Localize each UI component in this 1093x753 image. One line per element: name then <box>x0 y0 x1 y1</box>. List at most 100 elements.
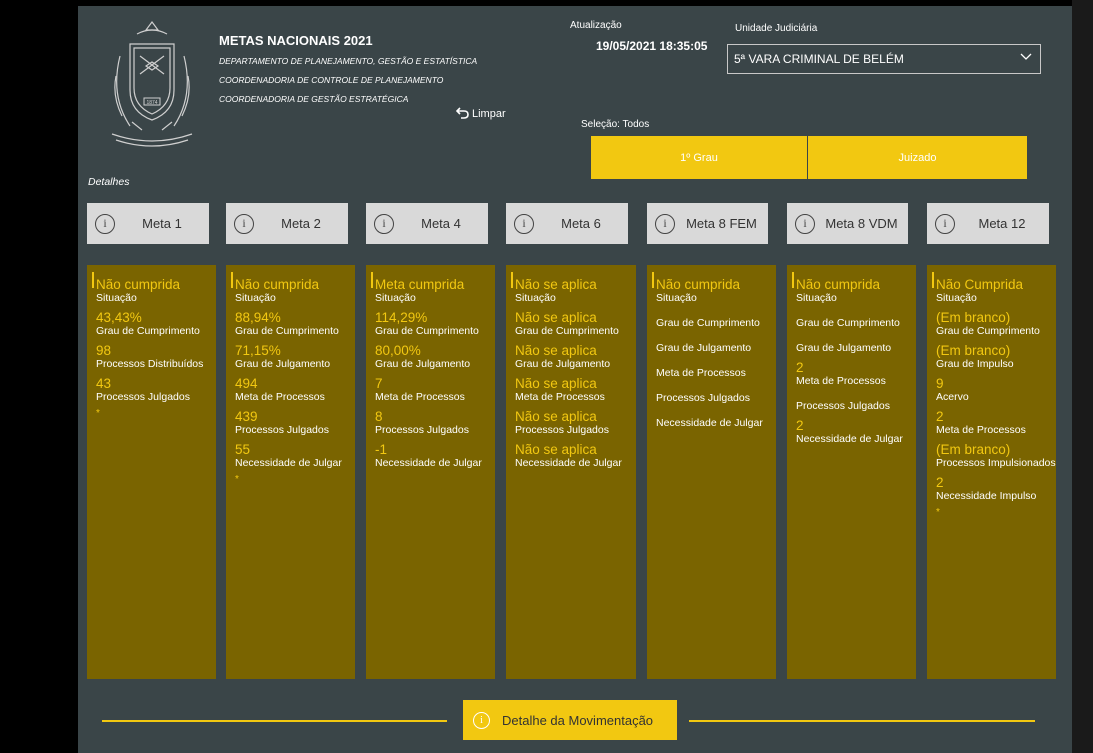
meta-field-label: Situação <box>96 292 137 304</box>
meta-field-label: Necessidade de Julgar <box>235 457 342 469</box>
meta-value: 7 <box>375 376 383 391</box>
grau-button-juizado[interactable]: Juizado <box>808 136 1027 179</box>
window-edge <box>1072 0 1093 753</box>
subtitle-department: DEPARTAMENTO DE PLANEJAMENTO, GESTÃO E E… <box>219 56 478 66</box>
meta-button-label: Meta 1 <box>142 216 182 231</box>
meta-value: 2 <box>936 409 944 424</box>
meta-8-fem-button[interactable]: i Meta 8 FEM <box>647 203 768 244</box>
meta-field-label: Grau de Cumprimento <box>936 325 1040 337</box>
footnote-marker: * <box>235 474 239 485</box>
meta-field-label: Meta de Processos <box>936 424 1026 436</box>
meta-6-button[interactable]: i Meta 6 <box>506 203 628 244</box>
meta-2-card: Não cumprida Situação 88,94% Grau de Cum… <box>226 265 355 679</box>
meta-field-label: Processos Impulsionados <box>936 457 1056 469</box>
report-title: METAS NACIONAIS 2021 <box>219 33 373 48</box>
meta-8-vdm-button[interactable]: i Meta 8 VDM <box>787 203 908 244</box>
meta-value: -1 <box>375 442 388 457</box>
subtitle-coordination-control: COORDENADORIA DE CONTROLE DE PLANEJAMENT… <box>219 75 444 85</box>
info-icon: i <box>514 213 534 234</box>
info-icon: i <box>95 213 115 234</box>
info-icon: i <box>374 213 394 234</box>
undo-arrow-icon <box>455 106 470 122</box>
meta-value: Não cumprida <box>656 277 741 292</box>
meta-field-label: Meta de Processos <box>656 367 746 379</box>
meta-field-label: Grau de Julgamento <box>796 342 892 354</box>
meta-1-card: Não cumprida Situação 43,43% Grau de Cum… <box>87 265 216 679</box>
meta-8-fem-card: Não cumprida Situação Grau de Cumpriment… <box>647 265 776 679</box>
grau-button-label: Juizado <box>898 151 937 164</box>
meta-field-label: Grau de Cumprimento <box>375 325 479 337</box>
coat-of-arms-logo: 1874 <box>111 21 193 147</box>
meta-8-vdm-card: Não cumprida Situação Grau de Cumpriment… <box>787 265 916 679</box>
selection-label: Seleção: Todos <box>581 119 650 130</box>
meta-value: 71,15% <box>235 343 281 358</box>
movement-detail-label: Detalhe da Movimentação <box>502 712 654 728</box>
meta-field-label: Situação <box>375 292 416 304</box>
meta-value: Não se aplica <box>515 310 597 325</box>
clear-filters-button[interactable]: Limpar <box>455 106 506 122</box>
meta-1-button[interactable]: i Meta 1 <box>87 203 209 244</box>
meta-value: 80,00% <box>375 343 421 358</box>
subtitle-coordination-strategy: COORDENADORIA DE GESTÃO ESTRATÉGICA <box>219 94 409 104</box>
meta-field-label: Necessidade de Julgar <box>656 417 763 429</box>
meta-value: Não se aplica <box>515 442 597 457</box>
meta-value: (Em branco) <box>936 310 1011 325</box>
meta-value: Não cumprida <box>235 277 320 292</box>
meta-value: 43,43% <box>96 310 142 325</box>
meta-field-label: Processos Julgados <box>515 424 609 436</box>
meta-value: (Em branco) <box>936 343 1011 358</box>
update-timestamp: 19/05/2021 18:35:05 <box>596 39 708 53</box>
meta-field-label: Grau de Julgamento <box>515 358 611 370</box>
meta-button-label: Meta 8 FEM <box>686 216 757 231</box>
meta-field-label: Acervo <box>936 391 969 403</box>
meta-field-label: Grau de Julgamento <box>656 342 752 354</box>
meta-value: Não se aplica <box>515 409 597 424</box>
meta-field-label: Grau de Cumprimento <box>796 317 900 329</box>
meta-value: 2 <box>796 360 804 375</box>
meta-value: 2 <box>936 475 944 490</box>
meta-button-label: Meta 6 <box>561 216 601 231</box>
info-icon: i <box>935 213 955 234</box>
meta-field-label: Situação <box>936 292 977 304</box>
footnote-marker: * <box>96 408 100 419</box>
meta-2-button[interactable]: i Meta 2 <box>226 203 348 244</box>
update-label: Atualização <box>570 20 622 31</box>
meta-field-label: Situação <box>235 292 276 304</box>
movement-detail-button[interactable]: i Detalhe da Movimentação <box>463 700 677 740</box>
meta-field-label: Necessidade de Julgar <box>796 433 903 445</box>
meta-field-label: Meta de Processos <box>235 391 325 403</box>
meta-field-label: Grau de Cumprimento <box>96 325 200 337</box>
meta-value: 2 <box>796 418 804 433</box>
meta-4-button[interactable]: i Meta 4 <box>366 203 488 244</box>
meta-12-button[interactable]: i Meta 12 <box>927 203 1049 244</box>
meta-value: (Em branco) <box>936 442 1011 457</box>
clear-filters-label: Limpar <box>472 108 506 120</box>
footer-divider-right <box>689 720 1035 722</box>
meta-value: Não se aplica <box>515 277 597 292</box>
meta-field-label: Necessidade Impulso <box>936 490 1037 502</box>
meta-field-label: Situação <box>796 292 837 304</box>
meta-field-label: Grau de Cumprimento <box>235 325 339 337</box>
meta-value: 43 <box>96 376 112 391</box>
unit-dropdown[interactable]: 5ª VARA CRIMINAL DE BELÉM <box>727 44 1041 74</box>
meta-value: 439 <box>235 409 258 424</box>
meta-field-label: Grau de Julgamento <box>235 358 331 370</box>
meta-value: Não se aplica <box>515 343 597 358</box>
meta-field-label: Grau de Impulso <box>936 358 1014 370</box>
meta-field-label: Situação <box>656 292 697 304</box>
meta-value: Meta cumprida <box>375 277 465 292</box>
svg-text:1874: 1874 <box>146 100 157 106</box>
meta-value: Não cumprida <box>96 277 181 292</box>
meta-field-label: Processos Julgados <box>235 424 329 436</box>
meta-field-label: Processos Distribuídos <box>96 358 204 370</box>
meta-field-label: Meta de Processos <box>796 375 886 387</box>
meta-button-label: Meta 12 <box>978 216 1026 231</box>
meta-field-label: Meta de Processos <box>515 391 605 403</box>
grau-button-first-degree[interactable]: 1º Grau <box>591 136 807 179</box>
meta-field-label: Meta de Processos <box>375 391 465 403</box>
unit-dropdown-value: 5ª VARA CRIMINAL DE BELÉM <box>734 52 904 66</box>
meta-field-label: Situação <box>515 292 556 304</box>
meta-6-card: Não se aplica Situação Não se aplica Gra… <box>506 265 636 679</box>
unit-label: Unidade Judiciária <box>735 23 818 34</box>
meta-field-label: Grau de Cumprimento <box>515 325 619 337</box>
